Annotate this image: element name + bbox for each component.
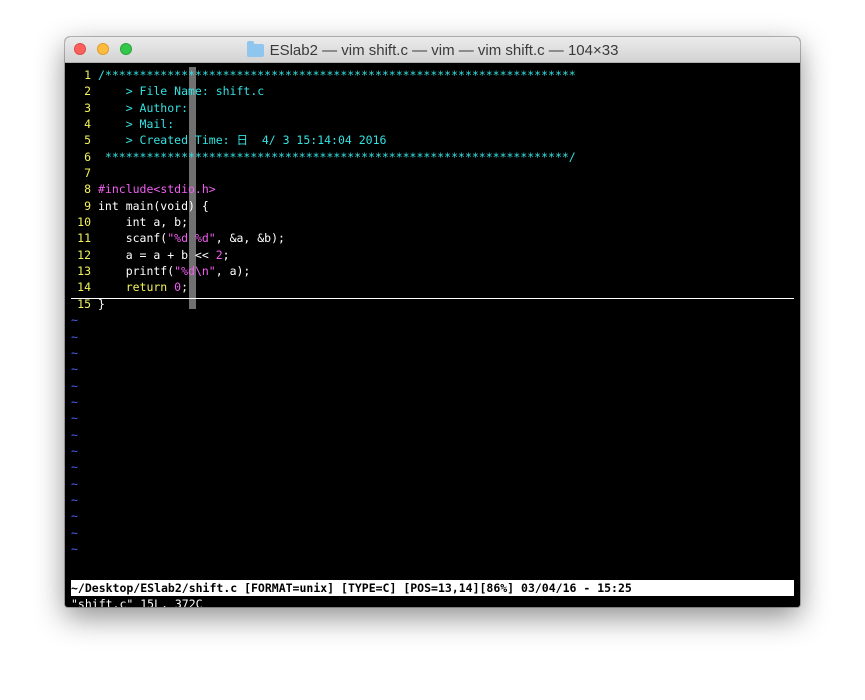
terminal-content[interactable]: 1 /**************************************… [65, 63, 800, 607]
empty-line-marker: ~ [71, 509, 78, 524]
code-token: printf( [98, 264, 175, 279]
empty-line-marker: ~ [71, 427, 78, 442]
code-token: > Author: [98, 100, 189, 115]
empty-line-marker: ~ [71, 329, 78, 344]
title-bar[interactable]: ESlab2 — vim shift.c — vim — vim shift.c… [65, 37, 800, 63]
code-token: return [98, 280, 175, 295]
empty-line-marker: ~ [71, 460, 78, 475]
empty-line-marker: ~ [71, 541, 78, 556]
line-number: 13 [77, 264, 91, 279]
code-line[interactable]: 4 > Mail: [71, 116, 794, 132]
line-number: 14 [77, 280, 91, 295]
line-number: 6 [84, 149, 91, 164]
code-line[interactable]: 7 [71, 165, 794, 181]
line-number: 9 [84, 198, 91, 213]
code-token: a = a + b << [98, 247, 216, 262]
empty-line-marker: ~ [71, 476, 78, 491]
line-number: 12 [77, 247, 91, 262]
code-token: "%d %d" [167, 231, 216, 246]
empty-line-marker: ~ [71, 313, 78, 328]
terminal-window: ESlab2 — vim shift.c — vim — vim shift.c… [65, 37, 800, 607]
code-token: /***************************************… [98, 68, 576, 82]
empty-line-marker: ~ [71, 362, 78, 377]
code-token: int main(void) { [98, 198, 209, 213]
window-title: ESlab2 — vim shift.c — vim — vim shift.c… [269, 41, 619, 59]
line-number: 11 [77, 231, 91, 246]
code-token: > Mail: [98, 117, 175, 132]
empty-line-marker: ~ [71, 345, 78, 360]
cursor-line-underline [71, 298, 794, 299]
code-line[interactable]: 1 /**************************************… [71, 67, 794, 83]
line-number: 2 [84, 84, 91, 99]
code-token: > File Name: shift.c [98, 84, 265, 99]
empty-line-marker: ~ [71, 525, 78, 540]
empty-line-marker: ~ [71, 411, 78, 426]
code-line[interactable]: 3 > Author: [71, 100, 794, 116]
folder-icon [246, 40, 264, 57]
code-line[interactable]: 6 **************************************… [71, 149, 794, 165]
code-token: , a); [215, 264, 251, 279]
code-line[interactable]: 11 scanf("%d %d", &a, &b); [71, 230, 794, 246]
window-title-wrap: ESlab2 — vim shift.c — vim — vim shift.c… [65, 37, 800, 63]
code-line[interactable]: 2 > File Name: shift.c [71, 83, 794, 99]
code-line[interactable]: 5 > Created Time: 日 4/ 3 15:14:04 2016 [71, 132, 794, 148]
code-line[interactable]: 10 int a, b; [71, 214, 794, 230]
code-line[interactable]: 12 a = a + b << 2; [71, 247, 794, 263]
vim-command-line[interactable]: "shift.c" 15L, 372C [71, 596, 794, 607]
code-token: , &a, &b); [215, 231, 285, 246]
empty-line-marker: ~ [71, 492, 78, 507]
code-token: <stdio.h> [153, 182, 216, 197]
line-number: 1 [84, 68, 91, 82]
code-token: ; [222, 247, 230, 262]
code-token: ****************************************… [98, 149, 576, 164]
empty-line-marker: ~ [71, 443, 78, 458]
code-token: #include [98, 182, 154, 197]
empty-line-marker: ~ [71, 378, 78, 393]
code-line[interactable]: 14 return 0; [71, 279, 794, 295]
code-token: scanf( [98, 231, 168, 246]
code-line[interactable]: 13 printf("%d\n", a); [71, 263, 794, 279]
line-number: 10 [77, 215, 91, 230]
code-token: > Created Time: 日 4/ 3 15:14:04 2016 [98, 133, 387, 148]
code-token: "%d\n" [174, 264, 216, 279]
line-number: 3 [84, 100, 91, 115]
code-line[interactable]: 9 int main(void) { [71, 198, 794, 214]
line-number: 7 [84, 166, 91, 181]
code-token: ; [181, 280, 189, 295]
code-token: 2 [215, 247, 223, 262]
empty-line-marker: ~ [71, 394, 78, 409]
editor-buffer[interactable]: 1 /**************************************… [71, 67, 794, 557]
line-number: 4 [84, 117, 91, 132]
vim-status-line: ~/Desktop/ESlab2/shift.c [FORMAT=unix] [… [71, 580, 794, 596]
code-token: int a, b; [98, 215, 189, 230]
line-number: 5 [84, 133, 91, 148]
code-line[interactable]: 8 #include<stdio.h> [71, 181, 794, 197]
line-number: 8 [84, 182, 91, 197]
